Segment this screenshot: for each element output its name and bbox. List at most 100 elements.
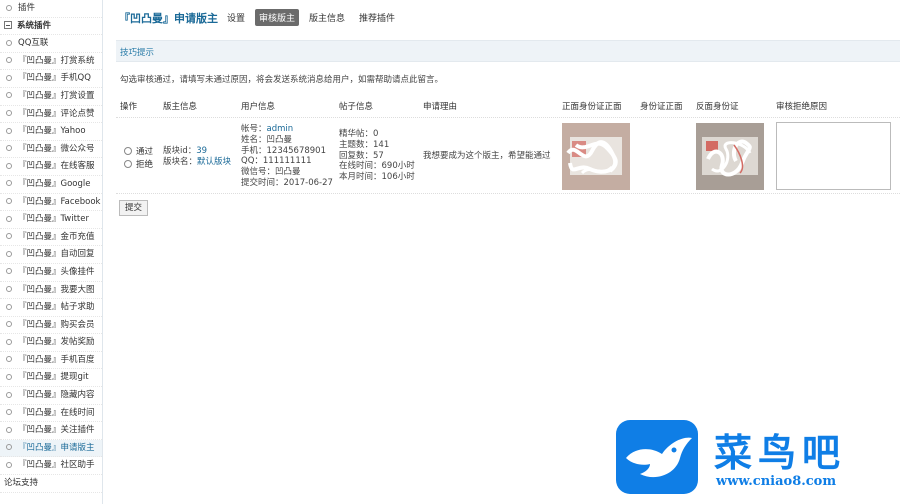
sidebar-item-20[interactable]: 『凹凸曼』手机百度: [0, 352, 102, 370]
nav-tab-2[interactable]: 版主信息: [305, 9, 349, 26]
digest-count: 精华帖：0: [339, 129, 379, 139]
sidebar-item-13[interactable]: 『凹凸曼』金币充值: [0, 229, 102, 247]
th-reject-reason: 审核拒绝原因: [776, 102, 828, 112]
id-card-front-full-drawing: [562, 123, 630, 190]
reject-label: 拒绝: [136, 160, 154, 170]
sidebar-item-label: 论坛支持: [4, 478, 39, 489]
reject-option[interactable]: 拒绝: [124, 158, 153, 170]
nav-tab-0[interactable]: 设置: [223, 9, 249, 26]
sidebar-item-label: 『凹凸曼』隐藏内容: [18, 390, 95, 401]
nav-tab-1[interactable]: 审核版主: [255, 9, 300, 26]
approve-label: 通过: [136, 147, 154, 157]
sidebar-item-21[interactable]: 『凹凸曼』提现git: [0, 369, 102, 388]
sidebar-item-18[interactable]: 『凹凸曼』购买会员: [0, 317, 102, 335]
bullet-icon: [6, 373, 12, 380]
bullet-icon: [6, 145, 12, 152]
sidebar-item-7[interactable]: 『凹凸曼』Yahoo: [0, 123, 102, 141]
sidebar-item-label: 『凹凸曼』Google: [18, 178, 91, 189]
bullet-icon: [6, 127, 12, 134]
forum-name-link[interactable]: 默认版块: [197, 157, 231, 167]
sidebar-item-label: 『凹凸曼』金币充值: [18, 231, 95, 242]
sidebar-item-22[interactable]: 『凹凸曼』隐藏内容: [0, 387, 102, 405]
account-link[interactable]: admin: [267, 124, 294, 134]
sidebar-item-25[interactable]: 『凹凸曼』申请版主: [0, 439, 102, 458]
sidebar-item-14[interactable]: 『凹凸曼』自动回复: [0, 246, 102, 264]
header: 『凹凸曼』申请版主 设置 审核版主 版主信息 推荐插件: [103, 0, 900, 40]
sidebar-item-label: 『凹凸曼』提现git: [18, 372, 89, 383]
sidebar-item-12[interactable]: 『凹凸曼』Twitter: [0, 211, 102, 229]
th-reason: 申请理由: [423, 102, 458, 112]
bullet-icon: [6, 268, 12, 275]
sidebar-item-19[interactable]: 『凹凸曼』发帖奖励: [0, 334, 102, 352]
sidebar-item-label: 『凹凸曼』评论点赞: [18, 108, 95, 119]
user-phone: 手机：12345678901: [241, 145, 326, 156]
sidebar-item-4[interactable]: 『凹凸曼』手机QQ: [0, 70, 102, 88]
approve-radio[interactable]: [124, 147, 132, 155]
th-user-info: 用户信息: [241, 102, 276, 112]
sidebar-item-label: 『凹凸曼』关注插件: [18, 425, 95, 436]
forum-id-link[interactable]: 39: [196, 146, 207, 156]
user-info-cell: 帐号：admin 姓名：凹凸曼 手机：12345678901 QQ：111111…: [241, 124, 333, 189]
section-title: 技巧提示: [120, 48, 155, 58]
sidebar-item-11[interactable]: 『凹凸曼』Facebook: [0, 194, 102, 212]
sidebar-item-label: 『凹凸曼』自动回复: [18, 249, 95, 260]
th-id-front: 身份证正面: [640, 102, 683, 112]
sidebar-item-8[interactable]: 『凹凸曼』微公众号: [0, 141, 102, 159]
sidebar-item-label: 『凹凸曼』Facebook: [18, 196, 101, 207]
th-id-back: 反面身份证: [696, 102, 739, 112]
sidebar-item-label: 『凹凸曼』头像挂件: [18, 266, 95, 277]
section-bar: 技巧提示: [116, 40, 900, 62]
brand-title: 『凹凸曼』申请版主: [119, 12, 218, 25]
bullet-icon: [6, 215, 12, 222]
nav-tab-3[interactable]: 推荐插件: [355, 9, 399, 26]
sidebar-item-label: 『凹凸曼』社区助手: [18, 460, 95, 471]
month-online-time: 本月时间：106小时: [339, 172, 415, 183]
bullet-icon: [6, 286, 12, 292]
approve-option[interactable]: 通过: [124, 145, 153, 157]
sidebar-item-5[interactable]: 『凹凸曼』打赏设置: [0, 88, 102, 106]
bullet-icon: [6, 39, 12, 46]
sidebar-item-3[interactable]: 『凹凸曼』打赏系统: [0, 53, 102, 71]
user-name: 姓名：凹凸曼: [241, 134, 293, 145]
bullet-icon: [6, 321, 12, 328]
sidebar-item-23[interactable]: 『凹凸曼』在线时间: [0, 405, 102, 423]
id-card-front-full-image[interactable]: [562, 123, 630, 190]
sidebar-item-1[interactable]: 系统插件: [0, 18, 102, 36]
mod-info-cell: 版块id：39 版块名：默认版块: [163, 146, 231, 168]
sidebar-item-24[interactable]: 『凹凸曼』关注插件: [0, 422, 102, 440]
sidebar-item-label: 『凹凸曼』在线时间: [18, 407, 95, 418]
watermark-url: www.cniao8.com: [716, 474, 837, 489]
table-row: 通过 拒绝 版块id：39 版块名：默认版块 帐号：admin 姓名：凹凸曼 手…: [116, 119, 900, 194]
reject-reason-textarea[interactable]: [776, 122, 891, 190]
bullet-icon: [6, 338, 12, 345]
reject-radio[interactable]: [124, 160, 132, 168]
sidebar-item-0[interactable]: 插件: [0, 0, 102, 18]
sidebar-item-10[interactable]: 『凹凸曼』Google: [0, 176, 102, 194]
sidebar-item-16[interactable]: 『凹凸曼』我要大图: [0, 282, 102, 300]
user-qq: QQ：111111111: [241, 156, 312, 167]
online-time: 在线时间：690小时: [339, 161, 415, 172]
sidebar-item-9[interactable]: 『凹凸曼』在线客服: [0, 158, 102, 176]
submit-button[interactable]: 提交: [119, 200, 148, 216]
bullet-icon: [6, 233, 12, 240]
sidebar-item-label: 『凹凸曼』在线客服: [18, 161, 95, 172]
bullet-icon: [6, 198, 12, 205]
sidebar-item-label: QQ互联: [18, 38, 49, 49]
sidebar-item-27[interactable]: 论坛支持: [0, 475, 102, 493]
sidebar-item-label: 『凹凸曼』帖子求助: [18, 302, 95, 313]
sidebar-item-26[interactable]: 『凹凸曼』社区助手: [0, 457, 102, 476]
sidebar-item-2[interactable]: QQ互联: [0, 35, 102, 53]
bullet-icon: [6, 303, 12, 310]
account-label: 帐号：: [241, 124, 267, 134]
user-wechat: 微信号：凹凸曼: [241, 167, 301, 178]
id-card-back-image[interactable]: [696, 123, 764, 190]
forum-name-label: 版块名：: [163, 156, 198, 167]
sidebar-item-15[interactable]: 『凹凸曼』头像挂件: [0, 264, 102, 282]
sidebar-item-label: 『凹凸曼』发帖奖励: [18, 337, 95, 348]
bullet-icon: [6, 162, 12, 169]
collapse-icon[interactable]: [4, 21, 12, 30]
bullet-icon: [6, 57, 12, 64]
sidebar-item-label: 『凹凸曼』手机QQ: [18, 73, 91, 84]
sidebar-item-6[interactable]: 『凹凸曼』评论点赞: [0, 106, 102, 124]
sidebar-item-17[interactable]: 『凹凸曼』帖子求助: [0, 299, 102, 317]
